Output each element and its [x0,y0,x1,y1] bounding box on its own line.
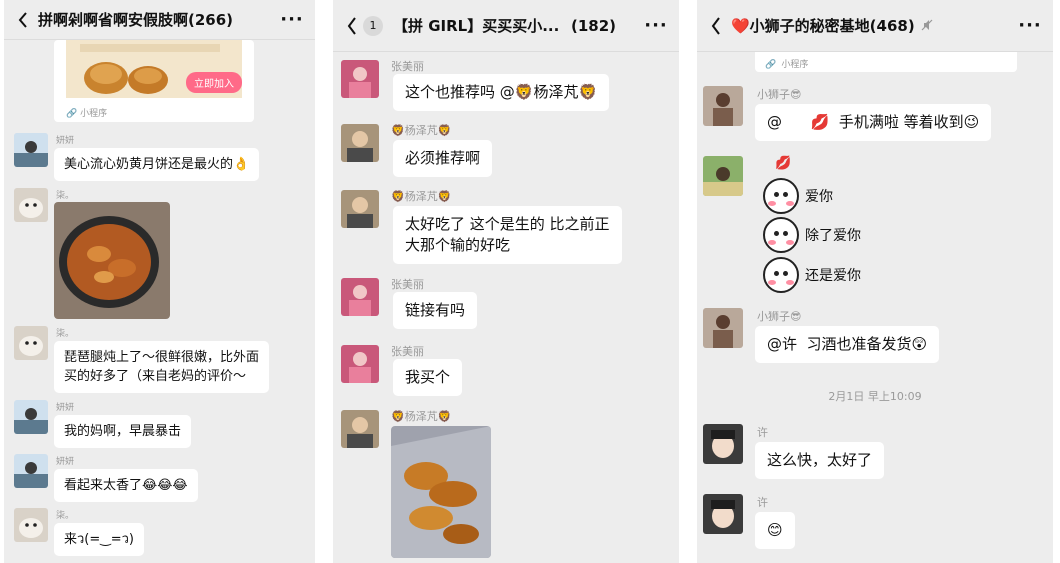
sender-name: 张美丽 [391,60,424,73]
avatar[interactable] [341,278,379,316]
food-photo[interactable] [54,202,170,319]
message-bubble[interactable]: 我的妈啊，早晨暴击 [54,415,192,448]
avatar[interactable] [703,86,743,126]
avatar[interactable] [341,410,379,448]
chat-header: ❤️小狮子的秘密基地(468) ··· [697,0,1053,52]
avatar[interactable] [14,326,48,360]
sender-name: 🦁杨泽芃🦁 [391,124,452,137]
chat-header: 1 【拼 GIRL】买买买小... (182) ··· [333,0,679,52]
sender-name: 妍妍 [56,403,75,413]
avatar[interactable] [14,133,48,167]
message-bubble[interactable]: 来ว(=‿=ว) [54,523,144,556]
cartoon-face-icon [763,178,799,214]
sender-name: 妍妍 [56,136,75,146]
sender-name: 小狮子😎 [757,310,802,323]
avatar[interactable] [14,508,48,542]
link-icon: 🔗 [66,109,78,119]
mini-program-label: 🔗 小程序 [66,109,108,119]
chat-panel-3: ❤️小狮子的秘密基地(468) ··· 🔗 小程序 小狮子😎 @ 💋 手机满啦 … [697,0,1053,563]
mute-icon [921,16,1017,35]
sticker-love[interactable]: 除了爱你 [763,217,861,253]
mooncake-image: 立即加入 [66,40,242,98]
chat-panel-2: 1 【拼 GIRL】买买买小... (182) ··· 张美丽 这个也推荐吗 @… [333,0,679,563]
more-icon[interactable]: ··· [643,15,669,36]
back-arrow-icon[interactable] [705,15,727,37]
avatar[interactable] [341,60,379,98]
avatar[interactable] [341,190,379,228]
sender-name: 柒。 [56,511,75,521]
sender-name: 张美丽 [391,345,424,358]
message-bubble[interactable]: 必须推荐啊 [393,140,493,177]
sender-name: 🦁杨泽芃🦁 [391,190,452,203]
message-bubble[interactable]: 😊 [755,512,795,549]
more-icon[interactable]: ··· [1017,15,1043,36]
message-bubble[interactable]: 这个也推荐吗 @🦁杨泽芃🦁 [393,74,610,111]
back-arrow-icon[interactable] [12,9,34,31]
sender-name: 小狮子😎 [757,88,802,101]
chat-title: 【拼 GIRL】买买买小... [393,17,560,35]
message-bubble[interactable]: @ 💋 手机满啦 等着收到😉 [755,104,992,141]
message-bubble[interactable]: 美心流心奶黄月饼还是最火的👌 [54,148,260,181]
sticker-love[interactable]: 还是爱你 [763,257,861,293]
kiss-icon: 💋 [775,156,792,171]
member-count: (182) [571,16,617,35]
sticker-love[interactable]: 爱你 [763,178,833,214]
join-now-button[interactable]: 立即加入 [186,72,242,93]
chicken-wings-photo[interactable] [391,426,491,558]
sender-name: 柒。 [56,329,75,339]
sender-name: 🦁杨泽芃🦁 [391,410,452,423]
avatar[interactable] [14,454,48,488]
message-bubble[interactable]: 看起来太香了😂😂😂 [54,469,198,502]
avatar[interactable] [703,424,743,464]
cartoon-face-icon [763,217,799,253]
chat-title: ❤️小狮子的秘密基地(468) [731,17,915,35]
mini-program-card[interactable]: 🔗 小程序 [755,52,1017,72]
unread-badge: 1 [363,15,383,36]
chat-header: 拼啊剁啊省啊安假肢啊(266) ··· [4,0,315,40]
mini-program-card[interactable]: 立即加入 🔗 小程序 [54,40,254,122]
more-icon[interactable]: ··· [279,9,305,30]
avatar[interactable] [341,124,379,162]
back-arrow-icon[interactable] [341,15,363,37]
cartoon-face-icon [763,257,799,293]
avatar[interactable] [703,156,743,196]
chat-panel-1: 拼啊剁啊省啊安假肢啊(266) ··· 立即加入 🔗 小程序 妍妍 美心流心奶黄… [4,0,315,563]
sender-name: 张美丽 [391,278,424,291]
sender-name: 妍妍 [56,457,75,467]
message-bubble[interactable]: 太好吃了 这个是生的 比之前正 大那个输的好吃 [393,206,622,264]
avatar[interactable] [14,400,48,434]
link-icon: 🔗 [765,60,777,70]
avatar[interactable] [341,345,379,383]
message-bubble[interactable]: @许 习酒也准备发货😲 [755,326,940,363]
sender-name: 许 [757,496,768,509]
message-bubble[interactable]: 这么快，太好了 [755,442,885,479]
message-bubble[interactable]: 琵琶腿炖上了～很鲜很嫩，比外面 买的好多了（来自老妈的评价～ [54,341,270,393]
avatar[interactable] [14,188,48,222]
timestamp: 2月1日 早上10:09 [828,390,922,403]
sender-name: 许 [757,426,768,439]
message-bubble[interactable]: 我买个 [393,359,463,396]
avatar[interactable] [703,308,743,348]
avatar[interactable] [703,494,743,534]
message-bubble[interactable]: 链接有吗 [393,292,478,329]
sender-name: 柒。 [56,191,75,201]
chat-title: 拼啊剁啊省啊安假肢啊(266) [38,11,234,29]
